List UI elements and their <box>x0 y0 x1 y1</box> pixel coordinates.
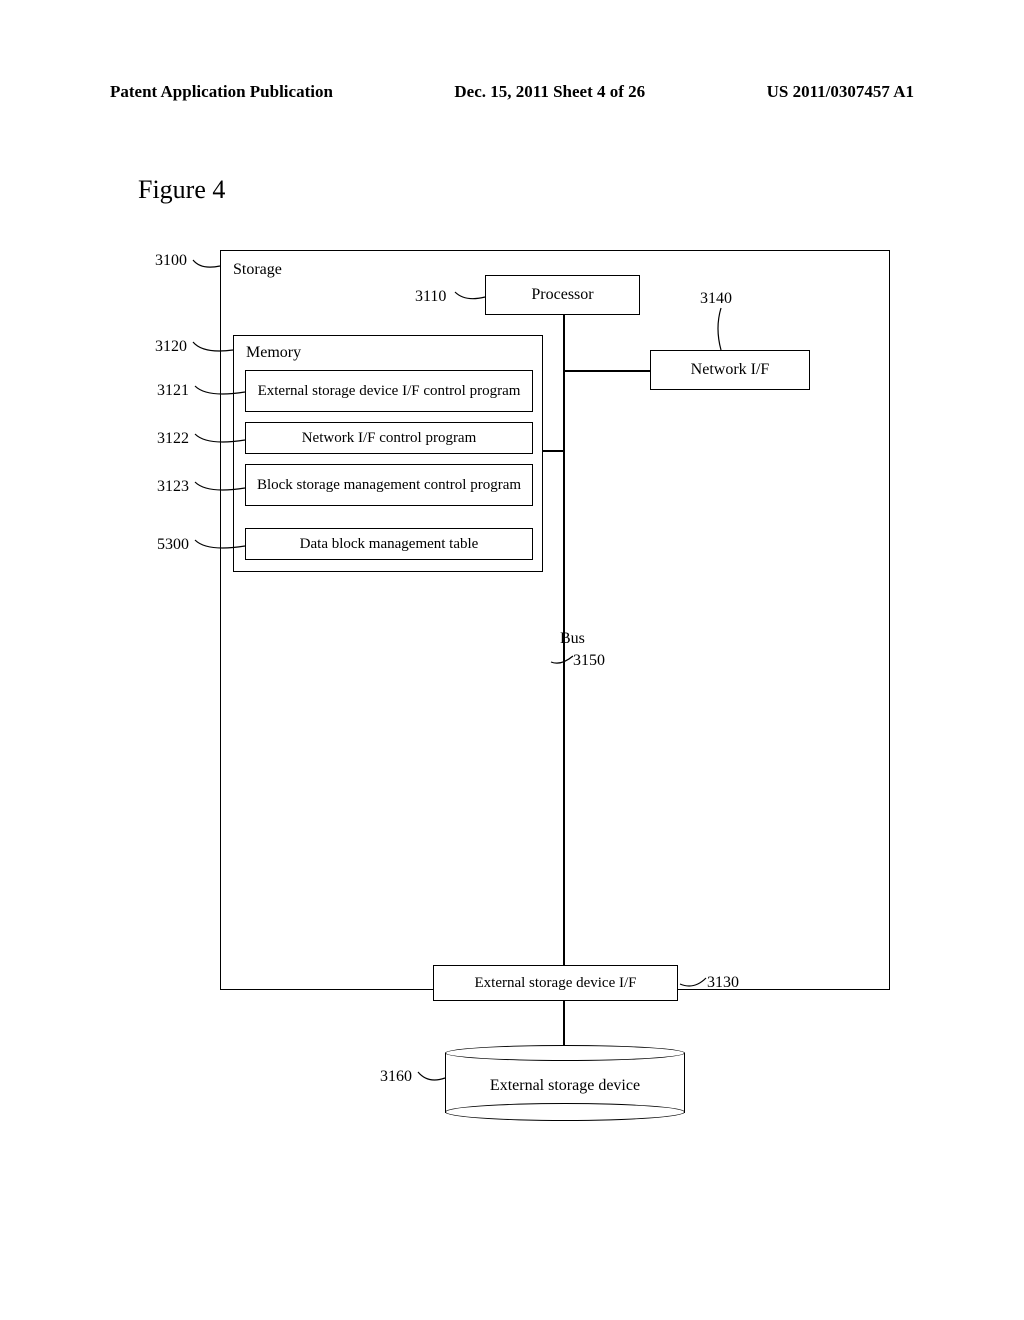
lead-3160 <box>418 1072 445 1084</box>
header-left: Patent Application Publication <box>110 82 333 102</box>
page-header: Patent Application Publication Dec. 15, … <box>0 82 1024 102</box>
bus-label: Bus <box>560 630 585 648</box>
network-if-box: Network I/F <box>650 350 810 390</box>
header-center: Dec. 15, 2011 Sheet 4 of 26 <box>454 82 645 102</box>
net-prog-box: Network I/F control program <box>245 422 533 454</box>
lead-3110 <box>455 292 485 304</box>
block-prog-label: Block storage management control program <box>257 477 521 494</box>
ext-dev-cylinder: External storage device <box>445 1045 685 1125</box>
ext-prog-label: External storage device I/F control prog… <box>258 383 521 400</box>
processor-label: Processor <box>531 286 593 304</box>
net-prog-label: Network I/F control program <box>302 430 477 447</box>
lead-5300 <box>195 540 245 552</box>
network-if-label: Network I/F <box>691 361 770 379</box>
ref-3123: 3123 <box>157 478 189 496</box>
lead-3150 <box>551 656 573 668</box>
figure-title: Figure 4 <box>138 175 225 205</box>
ref-3150: 3150 <box>573 652 605 670</box>
ref-3121: 3121 <box>157 382 189 400</box>
block-prog-box: Block storage management control program <box>245 464 533 506</box>
ext-dev-label: External storage device <box>445 1077 685 1095</box>
if-to-cylinder <box>563 1001 565 1045</box>
header-right: US 2011/0307457 A1 <box>767 82 914 102</box>
ref-3160: 3160 <box>380 1068 412 1086</box>
ref-3130: 3130 <box>707 974 739 992</box>
processor-box: Processor <box>485 275 640 315</box>
lead-3130 <box>680 978 706 990</box>
lead-3140 <box>717 308 725 350</box>
data-table-label: Data block management table <box>300 536 479 553</box>
data-table-box: Data block management table <box>245 528 533 560</box>
lead-3100 <box>193 260 220 272</box>
lead-3120 <box>193 342 233 356</box>
storage-label: Storage <box>233 261 282 279</box>
ref-3120: 3120 <box>155 338 187 356</box>
ref-3110: 3110 <box>415 288 446 306</box>
diagram: Storage Memory Processor Network I/F Ext… <box>135 250 890 1170</box>
ext-if-label: External storage device I/F <box>474 975 636 992</box>
ext-if-box: External storage device I/F <box>433 965 678 1001</box>
memory-label: Memory <box>246 344 301 362</box>
lead-3123 <box>195 482 245 494</box>
ref-3140: 3140 <box>700 290 732 308</box>
bus-to-network <box>565 370 650 372</box>
ref-3100: 3100 <box>155 252 187 270</box>
lead-3121 <box>195 386 245 398</box>
lead-3122 <box>195 434 245 446</box>
ref-5300: 5300 <box>157 536 189 554</box>
ref-3122: 3122 <box>157 430 189 448</box>
ext-prog-box: External storage device I/F control prog… <box>245 370 533 412</box>
bus-to-memory <box>543 450 563 452</box>
